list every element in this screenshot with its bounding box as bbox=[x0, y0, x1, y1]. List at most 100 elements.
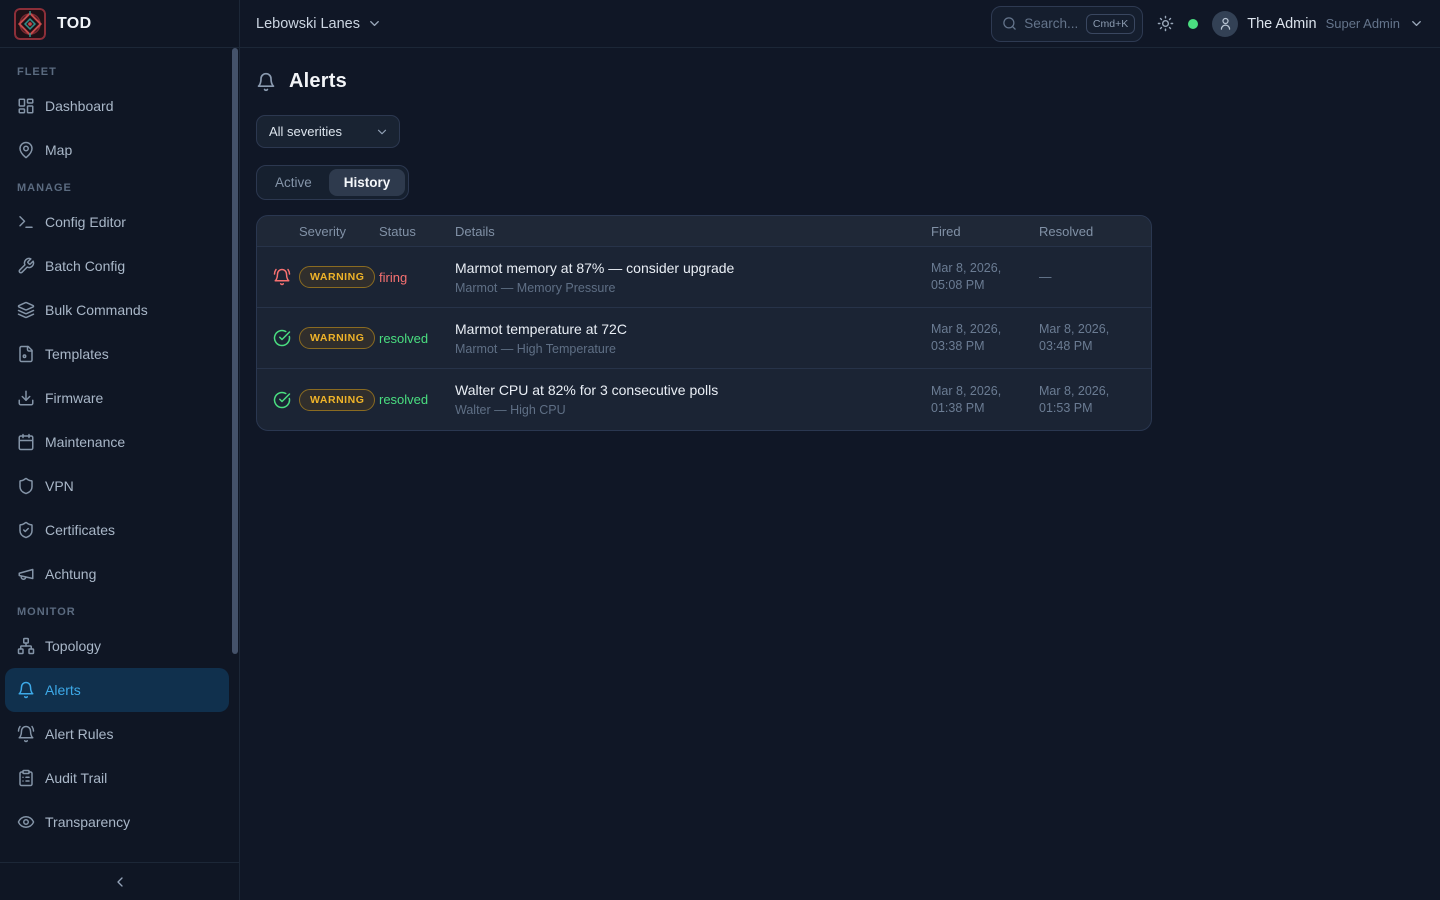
user-icon bbox=[1218, 16, 1233, 31]
section-label-fleet: FLEET bbox=[0, 66, 239, 78]
sidebar-collapse-button[interactable] bbox=[0, 862, 239, 900]
sidebar-item-firmware[interactable]: Firmware bbox=[5, 376, 229, 420]
sidebar-item-certificates[interactable]: Certificates bbox=[5, 508, 229, 552]
resolved-timestamp: Mar 8, 2026, 03:48 PM bbox=[1039, 321, 1135, 355]
sidebar-scrollbar[interactable] bbox=[232, 48, 238, 654]
fired-timestamp: Mar 8, 2026, 03:38 PM bbox=[931, 321, 1039, 355]
sidebar-item-config-editor[interactable]: Config Editor bbox=[5, 200, 229, 244]
sidebar-item-dashboard[interactable]: Dashboard bbox=[5, 84, 229, 128]
sidebar-item-label: Topology bbox=[45, 638, 101, 654]
alert-subtitle: Walter — High CPU bbox=[455, 403, 919, 417]
alerts-table: Severity Status Details Fired Resolved W… bbox=[256, 215, 1152, 431]
network-icon bbox=[17, 637, 35, 655]
chevron-down-icon bbox=[375, 125, 389, 139]
org-switcher[interactable]: Lebowski Lanes bbox=[256, 16, 382, 32]
main-area: Lebowski Lanes Search... Cmd+K bbox=[240, 0, 1440, 900]
sidebar-item-achtung[interactable]: Achtung bbox=[5, 552, 229, 596]
user-role: Super Admin bbox=[1326, 16, 1400, 31]
sidebar-item-alerts[interactable]: Alerts bbox=[5, 668, 229, 712]
theme-toggle-button[interactable] bbox=[1157, 15, 1174, 32]
chevron-left-icon bbox=[112, 874, 128, 890]
download-icon bbox=[17, 389, 35, 407]
column-resolved: Resolved bbox=[1039, 224, 1135, 239]
sidebar-item-label: Map bbox=[45, 142, 72, 158]
table-header: Severity Status Details Fired Resolved bbox=[257, 216, 1151, 247]
app-name: TOD bbox=[57, 15, 91, 33]
status-text: resolved bbox=[379, 392, 455, 407]
section-label-monitor: MONITOR bbox=[0, 606, 239, 618]
app-logo-icon bbox=[14, 8, 46, 40]
logo-row: TOD bbox=[0, 0, 239, 48]
status-text: firing bbox=[379, 270, 455, 285]
sidebar-item-transparency[interactable]: Transparency bbox=[5, 800, 229, 844]
sidebar-item-label: Maintenance bbox=[45, 434, 125, 450]
shield-check-icon bbox=[17, 521, 35, 539]
severity-badge: WARNING bbox=[299, 327, 375, 349]
clipboard-list-icon bbox=[17, 769, 35, 787]
sidebar-item-audit-trail[interactable]: Audit Trail bbox=[5, 756, 229, 800]
sidebar-item-bulk-commands[interactable]: Bulk Commands bbox=[5, 288, 229, 332]
tab-history[interactable]: History bbox=[329, 169, 406, 196]
user-name: The Admin bbox=[1247, 16, 1316, 32]
sidebar-item-label: Dashboard bbox=[45, 98, 114, 114]
sidebar-item-label: Certificates bbox=[45, 522, 115, 538]
online-status-dot bbox=[1188, 19, 1198, 29]
sidebar-item-label: VPN bbox=[45, 478, 74, 494]
sidebar-item-map[interactable]: Map bbox=[5, 128, 229, 172]
search-shortcut-kbd: Cmd+K bbox=[1086, 14, 1135, 34]
org-name: Lebowski Lanes bbox=[256, 16, 360, 32]
alert-title: Marmot memory at 87% — consider upgrade bbox=[455, 260, 919, 276]
alert-subtitle: Marmot — High Temperature bbox=[455, 342, 919, 356]
wrench-icon bbox=[17, 257, 35, 275]
sidebar-item-templates[interactable]: Templates bbox=[5, 332, 229, 376]
sidebar-item-vpn[interactable]: VPN bbox=[5, 464, 229, 508]
check-circle-icon bbox=[273, 329, 299, 347]
alert-subtitle: Marmot — Memory Pressure bbox=[455, 281, 919, 295]
eye-icon bbox=[17, 813, 35, 831]
severity-filter-value: All severities bbox=[269, 124, 367, 139]
sidebar-item-label: Bulk Commands bbox=[45, 302, 148, 318]
table-row[interactable]: WARNING resolved Marmot temperature at 7… bbox=[257, 308, 1151, 369]
alert-title: Walter CPU at 82% for 3 consecutive poll… bbox=[455, 382, 919, 398]
sidebar-item-label: Config Editor bbox=[45, 214, 126, 230]
sidebar-item-batch-config[interactable]: Batch Config bbox=[5, 244, 229, 288]
sidebar-nav: FLEET Dashboard Map MANAGE Config Editor bbox=[0, 48, 239, 862]
severity-badge: WARNING bbox=[299, 266, 375, 288]
sidebar-item-label: Transparency bbox=[45, 814, 130, 830]
sidebar-item-alert-rules[interactable]: Alert Rules bbox=[5, 712, 229, 756]
section-label-manage: MANAGE bbox=[0, 182, 239, 194]
sidebar: TOD FLEET Dashboard Map MANAGE Config Ed… bbox=[0, 0, 240, 900]
column-status: Status bbox=[379, 224, 455, 239]
search-icon bbox=[1002, 16, 1017, 31]
table-row[interactable]: WARNING resolved Walter CPU at 82% for 3… bbox=[257, 369, 1151, 430]
avatar bbox=[1212, 11, 1238, 37]
alerts-page: Alerts All severities Active History Sev… bbox=[240, 48, 1440, 447]
resolved-timestamp: — bbox=[1039, 269, 1135, 286]
status-text: resolved bbox=[379, 331, 455, 346]
severity-badge: WARNING bbox=[299, 389, 375, 411]
bell-icon bbox=[256, 72, 276, 92]
sun-icon bbox=[1157, 15, 1174, 32]
resolved-timestamp: Mar 8, 2026, 01:53 PM bbox=[1039, 383, 1135, 417]
sidebar-item-label: Batch Config bbox=[45, 258, 125, 274]
layers-icon bbox=[17, 301, 35, 319]
topbar: Lebowski Lanes Search... Cmd+K bbox=[240, 0, 1440, 48]
table-row[interactable]: WARNING firing Marmot memory at 87% — co… bbox=[257, 247, 1151, 308]
column-fired: Fired bbox=[931, 224, 1039, 239]
alerts-tabs: Active History bbox=[256, 165, 409, 200]
sidebar-item-label: Alerts bbox=[45, 682, 81, 698]
severity-filter-select[interactable]: All severities bbox=[256, 115, 400, 148]
bell-ring-icon bbox=[17, 725, 35, 743]
sidebar-item-maintenance[interactable]: Maintenance bbox=[5, 420, 229, 464]
tab-active[interactable]: Active bbox=[260, 169, 327, 196]
layout-dashboard-icon bbox=[17, 97, 35, 115]
file-icon bbox=[17, 345, 35, 363]
shield-icon bbox=[17, 477, 35, 495]
user-menu[interactable]: The Admin Super Admin bbox=[1212, 11, 1424, 37]
search-input[interactable]: Search... Cmd+K bbox=[991, 6, 1143, 42]
sidebar-item-topology[interactable]: Topology bbox=[5, 624, 229, 668]
bell-icon bbox=[17, 681, 35, 699]
calendar-icon bbox=[17, 433, 35, 451]
map-pin-icon bbox=[17, 141, 35, 159]
megaphone-icon bbox=[17, 565, 35, 583]
